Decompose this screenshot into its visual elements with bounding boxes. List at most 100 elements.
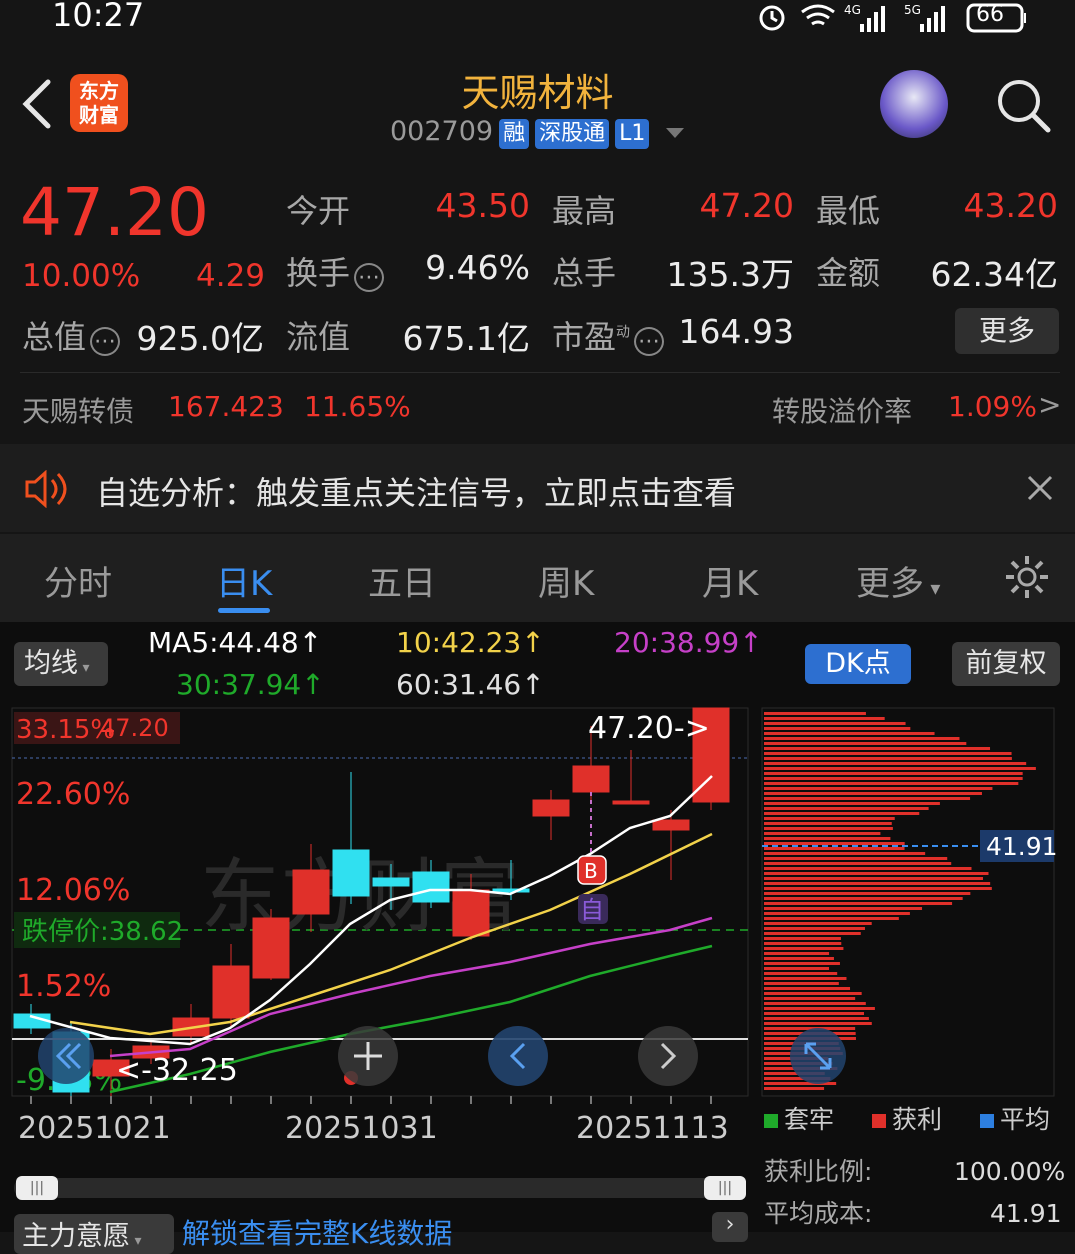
chip-bar — [764, 942, 842, 945]
rewind-button — [38, 1028, 94, 1084]
chip-bar — [764, 972, 838, 975]
unlock-link[interactable]: 解锁查看完整K线数据 — [182, 1212, 452, 1252]
chip-bar — [764, 937, 841, 940]
chip-bar — [764, 897, 963, 900]
y-label-2: 12.06% — [16, 873, 130, 908]
x-axis-ticks — [30, 1096, 712, 1104]
chip-bar — [764, 827, 893, 830]
kline-chart[interactable]: 东方财富 33.15% 47.20 22.60% 12.06% 1.52% -9… — [0, 704, 1075, 1232]
chip-bar — [764, 852, 926, 855]
chip-avg-label: 41.91 — [986, 832, 1058, 861]
x-label-3: 20251113 — [576, 1111, 729, 1146]
ma20-value: 20:38.99↑ — [614, 626, 763, 659]
divider — [20, 372, 1060, 373]
chip-bar — [764, 847, 905, 850]
notice-bar[interactable]: 自选分析：触发重点关注信号，立即点击查看 — [0, 444, 1075, 532]
indicator-selector[interactable]: 主力意愿 ▾ — [14, 1214, 174, 1254]
convertible-bond-row[interactable]: 天赐转债 167.423 11.65% 转股溢价率 1.09% > — [0, 374, 1075, 444]
close-icon[interactable] — [1026, 474, 1054, 502]
turnover-label[interactable]: 换手 ⋯ — [286, 248, 385, 294]
tab-weekly-k[interactable]: 周K — [538, 556, 594, 605]
robot-assistant-icon[interactable] — [880, 70, 948, 138]
expand-button[interactable]: › — [712, 1212, 748, 1242]
chip-bar — [764, 822, 892, 825]
next-button — [638, 1026, 698, 1086]
chip-bar — [764, 1087, 825, 1090]
pe-label[interactable]: 市盈动 ⋯ — [552, 312, 665, 358]
chip-bar — [764, 1022, 872, 1025]
svg-text:5G: 5G — [904, 3, 921, 17]
more-button[interactable]: 更多 — [955, 308, 1059, 354]
alarm-icon — [759, 5, 785, 31]
chip-bar — [764, 867, 972, 870]
open-value: 43.50 — [435, 186, 530, 225]
wifi-icon — [801, 4, 835, 26]
signal-icon-2 — [920, 6, 945, 32]
badge-level: L1 — [615, 119, 650, 149]
tab-five-day[interactable]: 五日 — [368, 556, 436, 605]
high-label: 最高 — [552, 192, 617, 230]
change-amount: 4.29 — [196, 258, 266, 294]
self-signal-label: 自 — [580, 896, 604, 924]
candle — [532, 790, 570, 840]
chip-bar — [764, 957, 834, 960]
chip-bar — [764, 962, 840, 965]
scroll-handle-left[interactable]: ||| — [16, 1176, 58, 1200]
tab-intraday[interactable]: 分时 — [44, 556, 112, 605]
profit-ratio-value: 100.00% — [954, 1157, 1065, 1186]
chip-bar — [764, 752, 1012, 755]
volume-label: 总手 — [552, 254, 617, 292]
x-label-2: 20251031 — [285, 1111, 438, 1146]
svg-text:4G: 4G — [844, 3, 861, 17]
chip-bar — [764, 812, 920, 815]
chip-bar — [764, 802, 940, 805]
scroll-handle-right[interactable]: ||| — [704, 1176, 746, 1200]
chip-bar — [764, 807, 929, 810]
chip-bar — [764, 922, 872, 925]
stock-header: 东方 财富 天赐材料 002709 融深股通 L1 — [0, 40, 1075, 160]
stock-code: 002709 — [390, 116, 494, 147]
search-icon[interactable] — [994, 76, 1054, 136]
chip-zoom-icon — [790, 1028, 846, 1084]
tab-daily-k[interactable]: 日K — [216, 556, 272, 605]
amount-label: 金额 — [816, 254, 881, 292]
chip-bar — [764, 892, 971, 895]
low-label: 最低 — [816, 192, 881, 230]
chip-bar — [764, 837, 891, 840]
legend-profit: 获利 — [892, 1105, 942, 1134]
badge-margin: 融 — [499, 119, 530, 149]
chip-bar — [764, 742, 967, 745]
chip-bar — [764, 932, 861, 935]
ma10-value: 10:42.23↑ — [396, 626, 545, 659]
chip-bar — [764, 992, 862, 995]
chip-bar — [764, 832, 881, 835]
stock-code-row[interactable]: 002709 融深股通 L1 — [390, 116, 684, 149]
chip-bar — [764, 977, 847, 980]
zoom-in-button — [338, 1026, 398, 1086]
tab-more[interactable]: 更多 ▾ — [856, 556, 940, 605]
chip-bar — [764, 792, 982, 795]
range-scrollbar[interactable] — [14, 1178, 744, 1198]
ma5-line — [29, 775, 713, 1046]
mktcap-label[interactable]: 总值 ⋯ — [22, 312, 121, 358]
price-adjust-button[interactable]: 前复权 — [952, 642, 1060, 686]
chip-bar — [764, 997, 856, 1000]
legend-avg: 平均 — [1000, 1105, 1050, 1134]
legend-trapped-swatch — [764, 1114, 778, 1128]
prev-button — [488, 1026, 548, 1086]
float-label: 流值 — [286, 318, 351, 356]
gear-icon[interactable] — [1004, 554, 1050, 600]
chip-bar — [764, 987, 851, 990]
tab-monthly-k[interactable]: 月K — [702, 556, 758, 605]
ma-selector-button[interactable]: 均线 ▾ — [14, 642, 108, 686]
premium-value: 1.09% — [948, 390, 1037, 423]
chip-bar — [764, 917, 899, 920]
chip-bar — [764, 787, 993, 790]
chip-bar — [764, 737, 960, 740]
chip-bar — [764, 1007, 875, 1010]
status-bar: 10:27 4G 5G 66 — [0, 0, 1075, 40]
dk-point-button[interactable]: DK点 — [805, 644, 911, 684]
volume-value: 135.3万 — [666, 255, 794, 294]
chip-bar — [764, 872, 989, 875]
bond-price: 167.423 — [168, 390, 284, 423]
